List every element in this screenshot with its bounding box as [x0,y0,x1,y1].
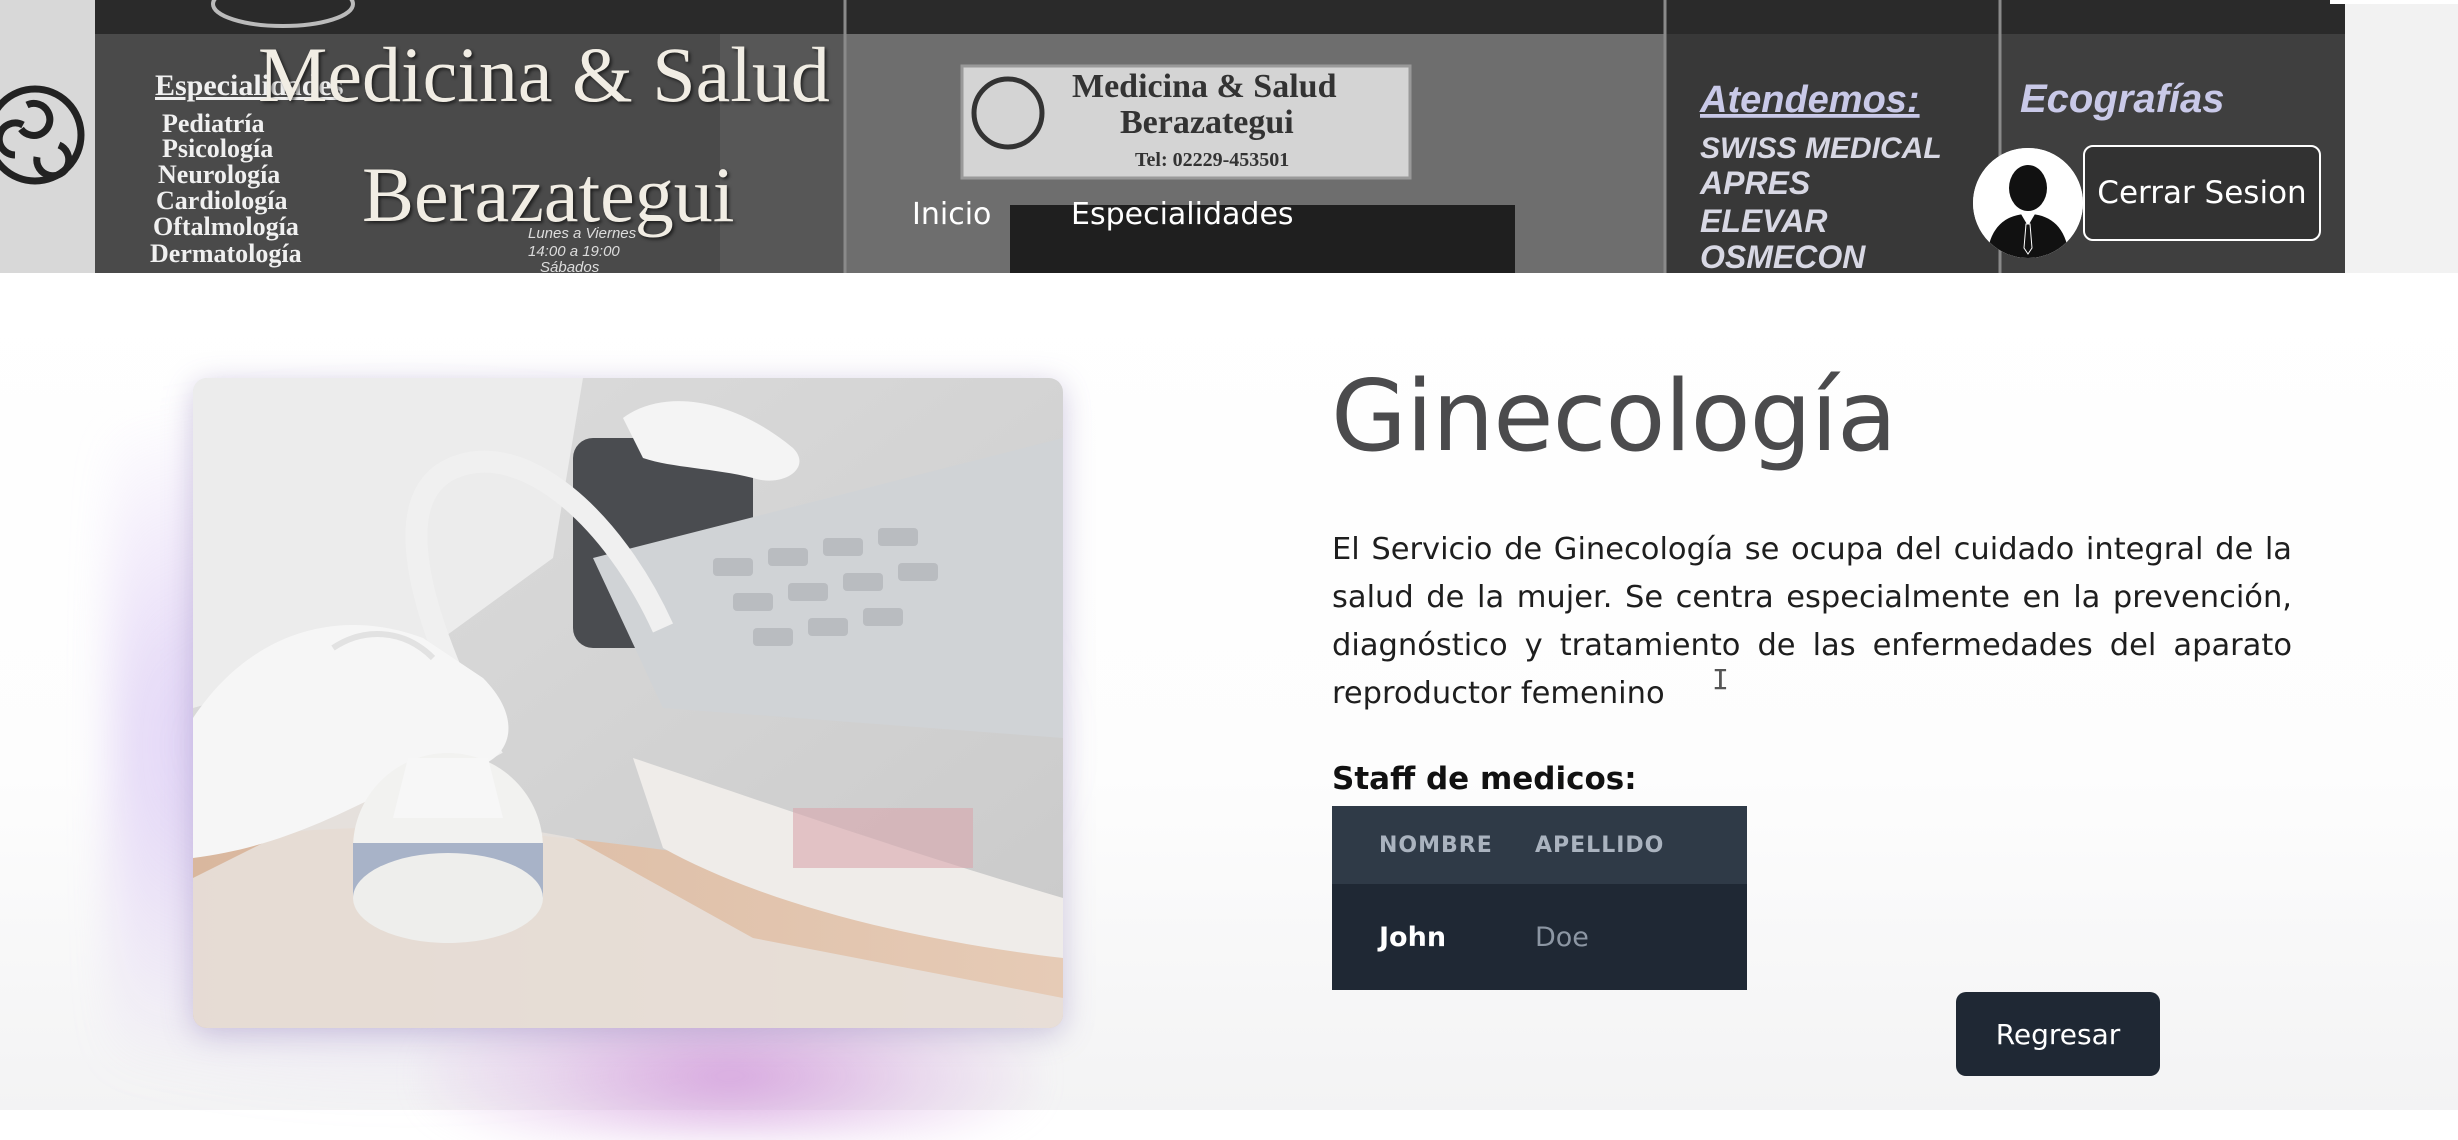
nav-link-especialidades[interactable]: Especialidades [1071,197,1294,232]
brand-title-line2: Berazategui [362,151,735,238]
staff-label: Staff de medicos: [1332,761,1637,797]
sign-specialty-5: Oftalmología [153,212,299,241]
staff-table: NOMBRE APELLIDO John Doe [1332,806,1747,990]
column-header-nombre: NOMBRE [1379,832,1493,858]
table-header-row: NOMBRE APELLIDO [1332,806,1747,884]
sign-insurer-1: SWISS MEDICAL [1700,132,1942,165]
page-title: Ginecología [1331,360,1897,474]
sign-hours-2: 14:00 a 19:00 [528,243,620,260]
cell-nombre: John [1379,921,1447,953]
top-edge-marker [2330,0,2458,4]
sign-title-2: Berazategui [1120,104,1294,141]
column-header-apellido: APELLIDO [1535,832,1665,858]
sign-hours-3: Sábados [540,259,600,273]
back-button[interactable]: Regresar [1956,992,2160,1076]
nav-link-inicio[interactable]: Inicio [912,197,991,232]
sign-title-1: Medicina & Salud [1072,68,1337,105]
user-avatar-icon[interactable] [1973,148,2083,258]
site-header: Especialidades Pediatría Psicología Neur… [0,0,2458,273]
brand-title-line1: Medicina & Salud [258,31,830,118]
sign-specialty-6: Dermatología [150,239,302,268]
sign-specialty-2: Psicología [162,134,273,163]
sign-phone: Tel: 02229-453501 [1135,149,1289,171]
specialty-description: El Servicio de Ginecología se ocupa del … [1332,532,2292,711]
ultrasound-photo [193,378,1063,1028]
sign-insurer-4: OSMECON [1700,239,1866,273]
table-row: John Doe [1332,884,1747,990]
logout-button[interactable]: Cerrar Sesion [2083,145,2321,241]
text-cursor-icon: I [1712,663,1729,696]
sign-specialty-3: Neurología [158,160,280,189]
sign-insurer-3: ELEVAR [1700,203,1827,239]
sign-insurer-2: APRES [1699,165,1811,201]
sign-attend-heading: Atendemos: [1699,79,1920,121]
cell-apellido: Doe [1535,921,1589,953]
sign-specialty-4: Cardiología [156,186,287,215]
sign-echo-heading: Ecografías [2020,77,2225,121]
